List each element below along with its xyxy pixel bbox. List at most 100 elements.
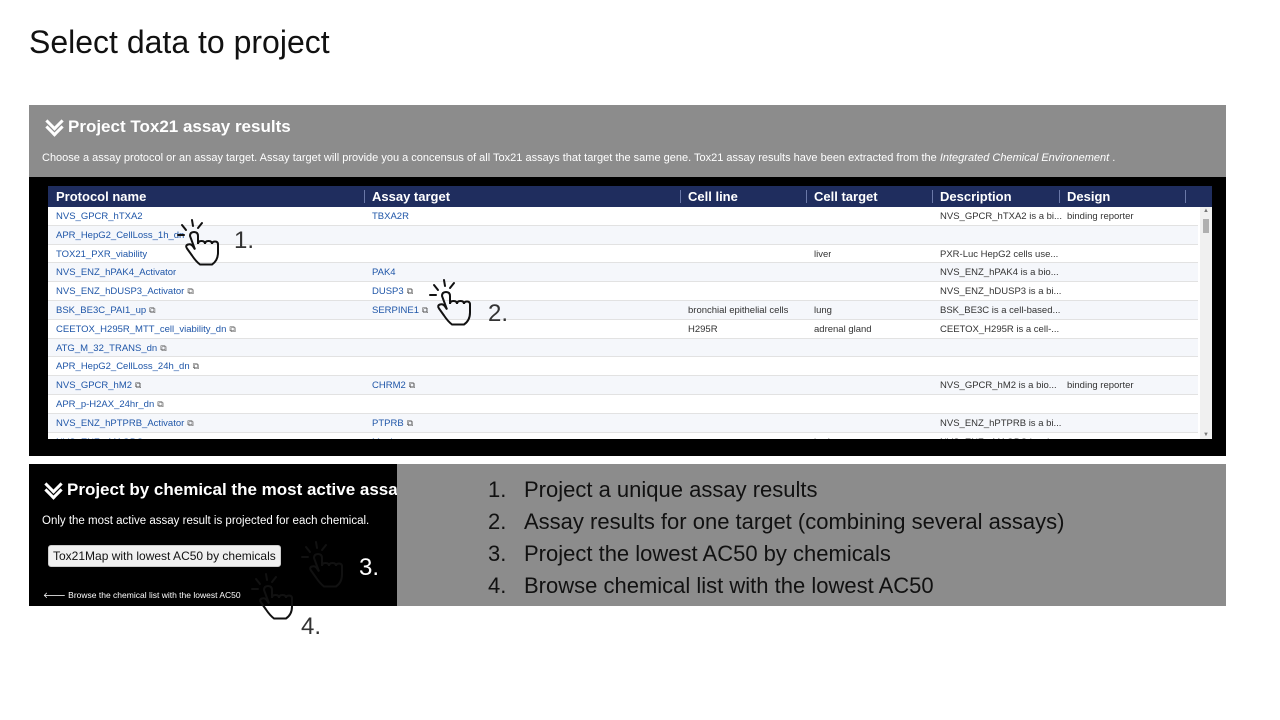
ice-link[interactable]: Integrated Chemical Environement bbox=[940, 152, 1109, 164]
step-item: 3. Project the lowest AC50 by chemicals bbox=[488, 538, 1064, 570]
external-link-icon[interactable]: ⧉ bbox=[193, 361, 199, 371]
hand-pointer-icon bbox=[429, 279, 471, 326]
target-cell[interactable]: DUSP3 ⧉ bbox=[372, 286, 413, 297]
protocol-cell[interactable]: APR_HepG2_CellLoss_1h_dn bbox=[56, 230, 184, 241]
table-row[interactable]: NVS_ENZ_hDUSP3_Activator ⧉ DUSP3 ⧉ NVS_ENZ_h… bbox=[48, 282, 1198, 301]
step-text: Browse chemical list with the lowest AC5… bbox=[524, 573, 934, 598]
protocol-cell-text: ATG_M_32_TRANS_dn bbox=[56, 342, 158, 354]
target-cell[interactable]: CHRM2 ⧉ bbox=[372, 380, 415, 391]
description-cell: NVS_ENZ_hPTPRB is a bi... bbox=[940, 418, 1061, 429]
cell-target-cell: adrenal gland bbox=[814, 324, 872, 335]
column-header-target[interactable]: Assay target bbox=[372, 189, 450, 204]
target-cell[interactable]: SERPINE1 ⧉ bbox=[372, 305, 428, 316]
table-row[interactable]: NVS_GPCR_hM2 ⧉ CHRM2 ⧉ NVS_GPCR_hM2 is a bio… bbox=[48, 376, 1198, 395]
protocol-cell-text: BSK_BE3C_PAI1_up bbox=[56, 304, 147, 316]
table-row[interactable]: APR_p-H2AX_24hr_dn ⧉ bbox=[48, 395, 1198, 414]
column-separator[interactable] bbox=[932, 190, 933, 203]
table-row[interactable]: ATG_M_32_TRANS_dn ⧉ bbox=[48, 338, 1198, 358]
tox21-panel-heading: Project Tox21 assay results bbox=[68, 117, 291, 136]
protocol-cell[interactable]: TOX21_PXR_viability bbox=[56, 249, 147, 260]
column-separator[interactable] bbox=[1185, 190, 1186, 203]
column-header-description[interactable]: Description bbox=[940, 189, 1012, 204]
protocol-cell[interactable]: NVS_GPCR_hTXA2 bbox=[56, 211, 143, 222]
target-cell[interactable]: Maob⧉ bbox=[372, 437, 405, 439]
protocol-cell[interactable]: BSK_BE3C_PAI1_up ⧉ bbox=[56, 305, 156, 316]
table-row[interactable]: CEETOX_H295R_MTT_cell_viability_dn ⧉ H295R… bbox=[48, 320, 1198, 339]
scroll-up-icon[interactable]: ▲ bbox=[1203, 208, 1209, 214]
target-cell[interactable]: PAK4 bbox=[372, 267, 396, 278]
protocol-cell[interactable]: ATG_M_32_TRANS_dn ⧉ bbox=[56, 343, 167, 354]
tox21-panel-description: Choose a assay protocol or an assay targ… bbox=[42, 152, 1115, 164]
protocol-cell-text: NVS_GPCR_hM2 bbox=[56, 380, 133, 392]
hand-pointer-icon bbox=[251, 573, 293, 620]
tox21-assay-panel: Project Tox21 assay results Choose a ass… bbox=[29, 105, 1226, 456]
scroll-down-icon[interactable]: ▼ bbox=[1203, 432, 1209, 438]
external-link-icon[interactable]: ⧉ bbox=[399, 437, 405, 439]
browse-chemical-list-link[interactable]: 🡐 Browse the chemical list with the lowe… bbox=[43, 590, 241, 601]
target-cell[interactable]: PTPRB ⧉ bbox=[372, 418, 413, 429]
protocol-cell[interactable]: NVS_ENZ_hDUSP3_Activator ⧉ bbox=[56, 286, 194, 297]
cell-target-cell-text: brain bbox=[814, 437, 835, 439]
description-cell-text: PXR-Luc HepG2 cells use... bbox=[940, 248, 1059, 260]
table-scrollbar[interactable]: ▲ ▼ bbox=[1200, 207, 1212, 439]
column-header-protocol[interactable]: Protocol name bbox=[56, 189, 146, 204]
external-link-icon[interactable]: ⧉ bbox=[146, 437, 152, 439]
cell-line-cell-text: bronchial epithelial cells bbox=[688, 304, 789, 316]
table-row[interactable]: APR_HepG2_CellLoss_24h_dn ⧉ bbox=[48, 357, 1198, 377]
design-cell-text: binding reporter bbox=[1067, 211, 1134, 222]
external-link-icon[interactable]: ⧉ bbox=[149, 305, 155, 315]
column-separator[interactable] bbox=[680, 190, 681, 203]
cell-target-cell: lung bbox=[814, 305, 832, 316]
steps-list: 1. Project a unique assay results 2. Assay… bbox=[488, 474, 1064, 602]
column-separator[interactable] bbox=[364, 190, 365, 203]
protocol-cell-text: NVS_ENZ_rMAOBC bbox=[56, 437, 143, 439]
description-cell: NVS_ENZ_rMAOBC is a b... bbox=[940, 437, 1060, 439]
cell-target-cell: liver bbox=[814, 249, 831, 260]
design-cell: binding reporter bbox=[1067, 380, 1134, 391]
table-row[interactable]: BSK_BE3C_PAI1_up ⧉ SERPINE1 ⧉ bronchial epit… bbox=[48, 300, 1198, 320]
protocol-cell[interactable]: NVS_ENZ_rMAOBC⧉ bbox=[56, 437, 153, 439]
external-link-icon[interactable]: ⧉ bbox=[409, 380, 415, 390]
hand-pointer-icon bbox=[300, 540, 348, 590]
protocol-cell-text: CEETOX_H295R_MTT_cell_viability_dn bbox=[56, 323, 227, 335]
protocol-cell[interactable]: NVS_ENZ_hPTPRB_Activator ⧉ bbox=[56, 418, 194, 429]
external-link-icon[interactable]: ⧉ bbox=[229, 324, 235, 334]
target-cell-text: SERPINE1 bbox=[372, 304, 419, 316]
chemical-panel-heading: Project by chemical the most active assa… bbox=[67, 480, 408, 499]
description-cell-text: NVS_ENZ_rMAOBC is a b... bbox=[940, 437, 1060, 439]
protocol-cell-text: NVS_ENZ_hPAK4_Activator bbox=[56, 267, 177, 279]
target-cell[interactable]: TBXA2R bbox=[372, 211, 409, 222]
protocol-cell[interactable]: CEETOX_H295R_MTT_cell_viability_dn ⧉ bbox=[56, 324, 236, 335]
external-link-icon[interactable]: ⧉ bbox=[135, 380, 141, 390]
tox21-panel-toggle[interactable]: Project Tox21 assay results bbox=[46, 117, 291, 137]
external-link-icon[interactable]: ⧉ bbox=[160, 343, 166, 353]
protocol-cell[interactable]: APR_p-H2AX_24hr_dn ⧉ bbox=[56, 399, 164, 410]
table-row[interactable]: NVS_ENZ_hPTPRB_Activator ⧉ PTPRB ⧉ NVS_ENZ_h… bbox=[48, 413, 1198, 433]
step-number: 3. bbox=[488, 541, 507, 566]
step-item: 4. Browse chemical list with the lowest A… bbox=[488, 570, 1064, 602]
protocol-cell[interactable]: NVS_GPCR_hM2 ⧉ bbox=[56, 380, 141, 391]
protocol-cell[interactable]: APR_HepG2_CellLoss_24h_dn ⧉ bbox=[56, 361, 199, 372]
lowest-ac50-map-button[interactable]: Tox21Map with lowest AC50 by chemicals bbox=[48, 545, 281, 567]
arrow-left-icon: 🡐 bbox=[43, 590, 66, 600]
description-cell: CEETOX_H295R is a cell-... bbox=[940, 324, 1059, 335]
external-link-icon[interactable]: ⧉ bbox=[187, 418, 193, 428]
external-link-icon[interactable]: ⧉ bbox=[407, 418, 413, 428]
column-separator[interactable] bbox=[1059, 190, 1060, 203]
table-row[interactable]: NVS_ENZ_rMAOBC⧉Maob⧉brainNVS_ENZ_rMAOBC … bbox=[48, 433, 1198, 439]
design-cell: enzyme reporter bbox=[1067, 437, 1136, 439]
external-link-icon[interactable]: ⧉ bbox=[407, 286, 413, 296]
protocol-cell-text: NVS_ENZ_hDUSP3_Activator bbox=[56, 286, 185, 298]
description-cell: NVS_ENZ_hDUSP3 is a bi... bbox=[940, 286, 1061, 297]
scrollbar-thumb[interactable] bbox=[1203, 219, 1209, 233]
protocol-cell[interactable]: NVS_ENZ_hPAK4_Activator bbox=[56, 267, 176, 278]
assay-table-header: Protocol name Assay target Cell line Cel… bbox=[48, 186, 1212, 207]
description-cell-text: CEETOX_H295R is a cell-... bbox=[940, 323, 1060, 335]
external-link-icon[interactable]: ⧉ bbox=[157, 399, 163, 409]
column-separator[interactable] bbox=[806, 190, 807, 203]
external-link-icon[interactable]: ⧉ bbox=[187, 286, 193, 296]
column-header-design[interactable]: Design bbox=[1067, 189, 1110, 204]
column-header-cell-line[interactable]: Cell line bbox=[688, 189, 738, 204]
column-header-cell-target[interactable]: Cell target bbox=[814, 189, 878, 204]
chemical-panel-toggle[interactable]: Project by chemical the most active assa… bbox=[45, 480, 407, 500]
